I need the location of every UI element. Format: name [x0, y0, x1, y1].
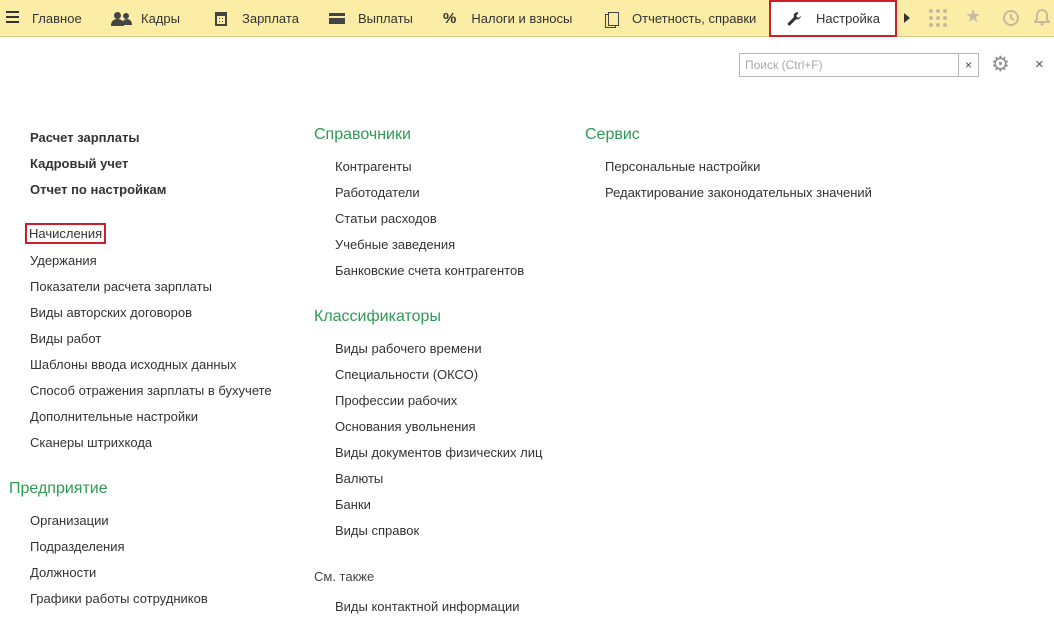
link-settings-report[interactable]: Отчет по настройкам: [30, 182, 166, 197]
section-main-label: Главное: [32, 11, 82, 26]
link-additional-settings[interactable]: Дополнительные настройки: [30, 409, 198, 424]
link-expense-items[interactable]: Статьи расходов: [335, 211, 437, 226]
link-organizations[interactable]: Организации: [30, 513, 109, 528]
section-taxes-label: Налоги и взносы: [471, 11, 573, 26]
link-educational-institutions[interactable]: Учебные заведения: [335, 237, 455, 252]
link-positions[interactable]: Должности: [30, 565, 96, 580]
link-personal-settings[interactable]: Персональные настройки: [605, 159, 760, 174]
group-title-service: Сервис: [585, 126, 640, 143]
link-counterparties[interactable]: Контрагенты: [335, 159, 412, 174]
link-currencies[interactable]: Валюты: [335, 471, 383, 486]
link-work-schedules[interactable]: Графики работы сотрудников: [30, 591, 208, 606]
link-salary-calc[interactable]: Расчет зарплаты: [30, 130, 139, 145]
link-certificate-types[interactable]: Виды справок: [335, 523, 419, 538]
history-icon[interactable]: [1002, 9, 1020, 27]
link-departments[interactable]: Подразделения: [30, 539, 125, 554]
link-salary-reflection[interactable]: Способ отражения зарплаты в бухучете: [30, 383, 272, 398]
link-id-document-types[interactable]: Виды документов физических лиц: [335, 445, 542, 460]
section-settings[interactable]: Настройка: [769, 0, 897, 37]
section-settings-label: Настройка: [816, 11, 880, 26]
link-contact-info-types[interactable]: Виды контактной информации: [335, 599, 520, 614]
link-counterparty-bank-accounts[interactable]: Банковские счета контрагентов: [335, 263, 524, 278]
section-personnel-label: Кадры: [141, 11, 180, 26]
star-icon[interactable]: ★: [965, 6, 981, 27]
documents-icon: [605, 11, 619, 28]
group-title-classifiers: Классификаторы: [314, 308, 441, 325]
link-accruals[interactable]: Начисления: [25, 223, 107, 244]
section-reports[interactable]: Отчетность, справки: [605, 0, 756, 37]
link-input-templates[interactable]: Шаблоны ввода исходных данных: [30, 357, 236, 372]
section-taxes[interactable]: % Налоги и взносы: [443, 0, 572, 37]
wrench-icon: [787, 12, 801, 26]
more-arrow-icon[interactable]: [904, 13, 910, 23]
calculator-icon: [215, 11, 227, 26]
section-payments[interactable]: Выплаты: [329, 0, 413, 37]
search-clear-button[interactable]: ×: [958, 53, 979, 77]
section-salary-label: Зарплата: [242, 11, 299, 26]
link-work-types[interactable]: Виды работ: [30, 331, 101, 346]
link-banks[interactable]: Банки: [335, 497, 371, 512]
search-input[interactable]: [739, 53, 959, 77]
link-dismissal-grounds[interactable]: Основания увольнения: [335, 419, 476, 434]
group-title-enterprise: Предприятие: [9, 480, 108, 497]
link-legislative-values[interactable]: Редактирование законодательных значений: [605, 185, 872, 200]
section-panel: Главное Кадры Зарплата Выплаты % Налоги …: [0, 0, 1054, 37]
link-worker-professions[interactable]: Профессии рабочих: [335, 393, 457, 408]
users-icon: [111, 11, 133, 26]
card-icon: [329, 13, 345, 24]
link-work-time-types[interactable]: Виды рабочего времени: [335, 341, 482, 356]
search-box: ×: [739, 53, 979, 77]
link-employers[interactable]: Работодатели: [335, 185, 420, 200]
bell-icon[interactable]: [1034, 8, 1050, 26]
link-hr-accounting[interactable]: Кадровый учет: [30, 156, 128, 171]
link-specialties[interactable]: Специальности (ОКСО): [335, 367, 478, 382]
section-main[interactable]: Главное: [32, 0, 82, 37]
link-salary-indicators[interactable]: Показатели расчета зарплаты: [30, 279, 212, 294]
section-personnel[interactable]: Кадры: [111, 0, 180, 37]
menu-icon[interactable]: [6, 11, 19, 24]
link-deductions[interactable]: Удержания: [30, 253, 97, 268]
gear-icon[interactable]: ⚙: [991, 54, 1010, 75]
close-button[interactable]: ×: [1035, 56, 1044, 73]
section-payments-label: Выплаты: [358, 11, 413, 26]
link-author-contract-types[interactable]: Виды авторских договоров: [30, 305, 192, 320]
see-also-title: См. также: [314, 569, 375, 584]
link-barcode-scanners[interactable]: Сканеры штрихкода: [30, 435, 152, 450]
section-reports-label: Отчетность, справки: [632, 11, 757, 26]
group-title-references: Справочники: [314, 126, 411, 143]
section-salary[interactable]: Зарплата: [215, 0, 299, 37]
apps-grid-icon[interactable]: [929, 9, 947, 27]
percent-icon: %: [443, 10, 457, 27]
